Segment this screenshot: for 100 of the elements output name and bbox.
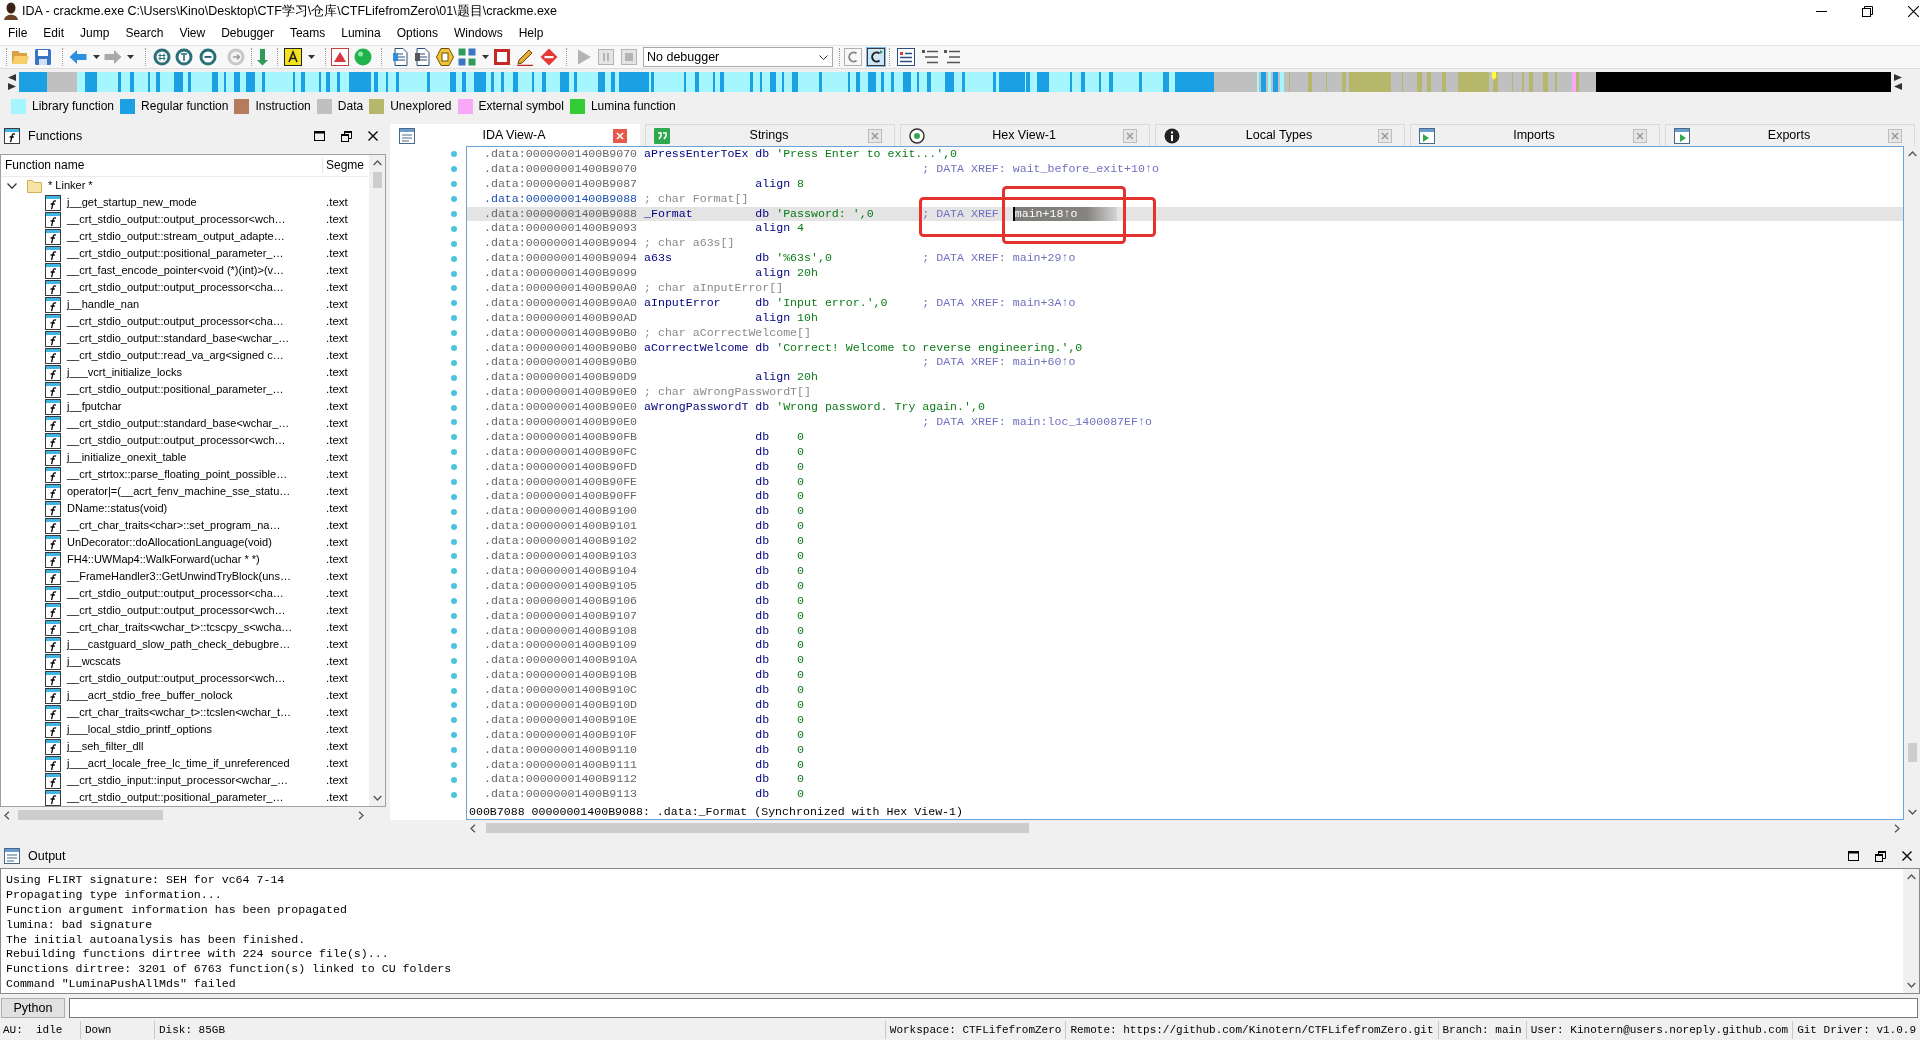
chevron-down-icon[interactable] xyxy=(372,795,382,801)
code-line[interactable]: .data:00000001400B9104 db 0 xyxy=(467,563,1903,579)
chevron-up-icon[interactable] xyxy=(372,160,382,166)
close-icon[interactable] xyxy=(1902,851,1912,861)
menu-item[interactable]: Edit xyxy=(35,25,73,42)
close-icon[interactable] xyxy=(368,131,378,141)
document-icon[interactable] xyxy=(414,48,432,66)
chevron-up-icon[interactable] xyxy=(1907,151,1917,157)
code-line[interactable]: .data:00000001400B9108 db 0 xyxy=(467,623,1903,639)
chevron-right-icon[interactable] xyxy=(1894,823,1900,833)
save-icon[interactable] xyxy=(34,48,52,66)
stop-sign-icon[interactable] xyxy=(540,48,558,66)
arrow-left-icon[interactable] xyxy=(69,48,87,66)
code-line[interactable]: .data:00000001400B90FF db 0 xyxy=(467,489,1903,505)
code-line[interactable]: .data:00000001400B9107 db 0 xyxy=(467,608,1903,624)
code-line[interactable]: .data:00000001400B9087 align 8 xyxy=(467,176,1903,192)
pencil-icon[interactable] xyxy=(516,48,534,66)
menu-item[interactable]: View xyxy=(171,25,214,42)
code-line[interactable]: .data:00000001400B90B0 aCorrectWelcome db 'Correct! Welcome to reverse engineering.',0 xyxy=(467,340,1903,356)
function-name[interactable]: __crt_stdio_output::output_processor<wch… xyxy=(67,603,286,618)
chevron-right-icon[interactable] xyxy=(358,810,364,820)
code-line[interactable]: .data:00000001400B9111 db 0 xyxy=(467,757,1903,773)
function-name[interactable]: __crt_stdio_output::positional_parameter_… xyxy=(67,790,284,805)
scroll-arrows-icon[interactable] xyxy=(8,74,16,90)
code-line[interactable]: .data:00000001400B9103 db 0 xyxy=(467,549,1903,564)
code-line[interactable]: .data:00000001400B910F db 0 xyxy=(467,727,1903,743)
ring-icon[interactable] xyxy=(175,48,193,66)
code-line[interactable]: .data:00000001400B90FB db 0 xyxy=(467,429,1903,445)
code-line[interactable]: .data:00000001400B910B db 0 xyxy=(467,668,1903,684)
chevron-up-icon[interactable] xyxy=(1906,874,1916,880)
function-name[interactable]: __crt_char_traits<wchar_t>::tcscpy_s<wcha… xyxy=(67,620,293,635)
scrollbar-thumb[interactable] xyxy=(486,823,1029,833)
code-line[interactable]: .data:00000001400B90E0 ; char aWrongPasswordT[] xyxy=(467,385,1903,401)
maximize-icon[interactable] xyxy=(314,131,325,141)
code-line[interactable]: .data:00000001400B90FC db 0 xyxy=(467,444,1903,460)
code-line[interactable]: .data:00000001400B9100 db 0 xyxy=(467,504,1903,520)
scrollbar-thumb[interactable] xyxy=(1907,743,1917,762)
function-name[interactable]: __crt_stdio_output::standard_base<wchar_… xyxy=(67,331,290,346)
interpreter-button[interactable]: Python xyxy=(1,998,65,1018)
highlight-box-icon[interactable] xyxy=(284,48,302,66)
tab[interactable]: Local Types xyxy=(1155,124,1405,146)
function-name[interactable]: j___local_stdio_printf_options xyxy=(67,722,212,737)
function-name[interactable]: __crt_fast_encode_pointer<void (*)(int)>(v… xyxy=(67,263,285,278)
function-name[interactable]: j__get_startup_new_mode xyxy=(67,195,197,210)
function-name[interactable]: __crt_char_traits<char>::set_program_na… xyxy=(67,518,281,533)
list-icon[interactable] xyxy=(943,48,961,66)
chevron-left-icon[interactable] xyxy=(4,810,10,820)
code-line[interactable]: .data:00000001400B9101 db 0 xyxy=(467,519,1903,535)
function-name[interactable]: j___acrt_locale_free_lc_time_if_unreferenced xyxy=(67,756,290,771)
code-line[interactable]: .data:00000001400B90D9 align 20h xyxy=(467,370,1903,386)
function-name[interactable]: UnDecorator::doAllocationLanguage(void) xyxy=(67,535,272,550)
code-line[interactable]: .data:00000001400B90B0 ; DATA XREF: main+60↑o xyxy=(467,355,1903,371)
function-name[interactable]: __crt_stdio_output::output_processor<wch… xyxy=(67,671,286,686)
code-line[interactable]: .data:00000001400B9070 ; DATA XREF: wait_before_exit+10↑o xyxy=(467,161,1903,177)
code-line[interactable]: .data:00000001400B90FD db 0 xyxy=(467,459,1903,475)
tab[interactable]: Exports xyxy=(1665,124,1915,146)
code-line[interactable]: .data:00000001400B9094 a63s db '%63s',0 ; DATA XREF: main+29↑o xyxy=(467,251,1903,267)
function-name[interactable]: FH4::UWMap4::WalkForward(uchar * *) xyxy=(67,552,260,567)
function-name[interactable]: __FrameHandler3::GetUnwindTryBlock(uns… xyxy=(67,569,291,584)
selected-text[interactable]: main+18↑o xyxy=(1012,206,1118,222)
menu-item[interactable]: File xyxy=(0,25,36,42)
code-line[interactable]: .data:00000001400B9099 align 20h xyxy=(467,266,1903,281)
vertical-scrollbar[interactable] xyxy=(369,155,385,806)
code-line[interactable]: .data:00000001400B9093 align 4 xyxy=(467,221,1903,237)
function-name[interactable]: __crt_stdio_output::output_processor<wch… xyxy=(67,433,286,448)
function-name[interactable]: __crt_stdio_output::output_processor<cha… xyxy=(67,586,284,601)
list-icon[interactable] xyxy=(921,48,939,66)
function-name[interactable]: j___acrt_stdio_free_buffer_nolock xyxy=(67,688,233,703)
code-line[interactable]: .data:00000001400B910D db 0 xyxy=(467,697,1903,713)
function-name[interactable]: j___castguard_slow_path_check_debugbre… xyxy=(67,637,291,652)
float-icon[interactable] xyxy=(1875,850,1886,862)
scrollbar-thumb[interactable] xyxy=(372,172,382,188)
menu-item[interactable]: Lumina xyxy=(333,25,389,42)
menu-item[interactable]: Teams xyxy=(281,25,334,42)
code-line[interactable]: .data:00000001400B9070 aPressEnterToEx db 'Press Enter to exit...',0 xyxy=(467,147,1903,162)
restore-icon[interactable] xyxy=(1862,5,1873,17)
code-line[interactable]: .data:00000001400B90E0 aWrongPasswordT db 'Wrong password. Try again.',0 xyxy=(467,400,1903,416)
function-name[interactable]: DName::status(void) xyxy=(67,501,168,516)
caret-icon[interactable] xyxy=(92,55,100,59)
function-name[interactable]: __crt_stdio_output::read_va_arg<signed c… xyxy=(67,348,284,363)
vertical-scrollbar[interactable] xyxy=(1903,869,1919,993)
function-name[interactable]: __crt_strtox::parse_floating_point_possible… xyxy=(67,467,288,482)
function-name[interactable]: __crt_stdio_output::standard_base<wchar_… xyxy=(67,416,290,431)
frame-icon[interactable] xyxy=(493,48,511,66)
code-line[interactable]: .data:00000001400B9112 db 0 xyxy=(467,772,1903,788)
function-name[interactable]: __crt_stdio_output::output_processor<wch… xyxy=(67,212,286,227)
float-icon[interactable] xyxy=(341,130,352,142)
function-name[interactable]: __crt_stdio_output::output_processor<cha… xyxy=(67,280,284,295)
code-line[interactable]: .data:00000001400B90A0 aInputError db 'Input error.',0 ; DATA XREF: main+3A↑o xyxy=(467,295,1903,311)
list-icon[interactable] xyxy=(897,48,915,66)
menu-item[interactable]: Windows xyxy=(446,25,511,42)
scroll-arrows-icon[interactable] xyxy=(1894,74,1902,90)
code-line[interactable]: .data:00000001400B9106 db 0 xyxy=(467,593,1903,609)
close-icon[interactable] xyxy=(1908,5,1919,17)
menu-item[interactable]: Search xyxy=(117,25,172,42)
code-line[interactable]: .data:00000001400B9088 ; char Format[] xyxy=(467,191,1903,207)
scrollbar-thumb[interactable] xyxy=(18,810,163,820)
tab[interactable]: Hex View-1 xyxy=(900,124,1150,146)
function-name[interactable]: j__seh_filter_dll xyxy=(67,739,144,754)
document-icon[interactable] xyxy=(392,48,410,66)
